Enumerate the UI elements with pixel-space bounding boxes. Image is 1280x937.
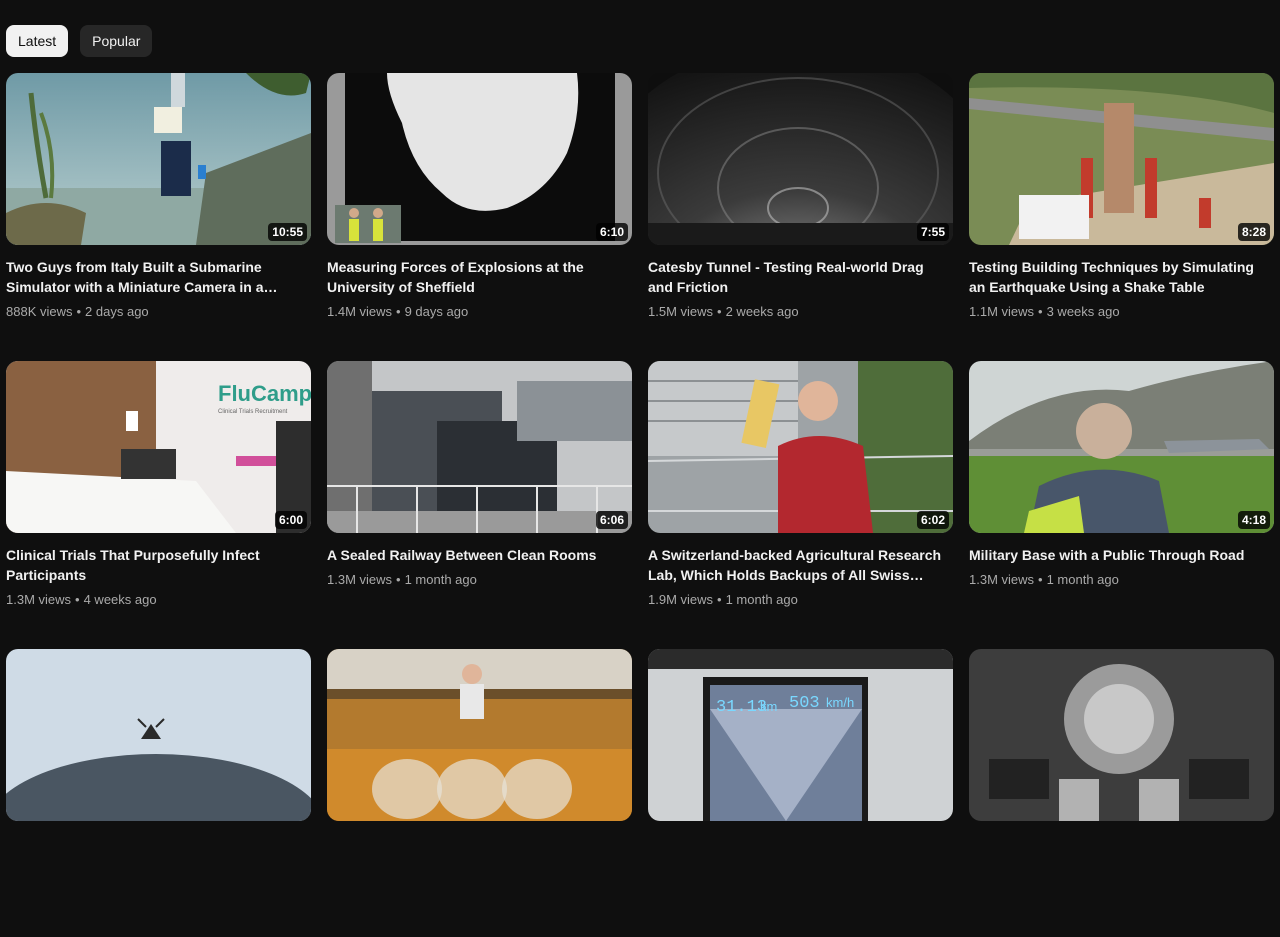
view-count: 1.3M views (327, 572, 393, 587)
separator-dot: • (396, 572, 401, 587)
thumbnail-image (6, 649, 311, 821)
video-meta: 1.3M views • 1 month ago (327, 571, 632, 589)
separator-dot: • (1038, 304, 1043, 319)
video-thumbnail[interactable]: 10:55 (6, 73, 311, 245)
video-card[interactable]: FluCamp Clinical Trials Recruitment 6:00… (6, 361, 311, 649)
upload-age: 1 month ago (1046, 572, 1119, 587)
video-card[interactable]: 6:10 Measuring Forces of Explosions at t… (327, 73, 632, 361)
view-count: 1.3M views (6, 592, 72, 607)
video-card[interactable]: 6:02 A Switzerland-backed Agricultural R… (648, 361, 953, 649)
video-title[interactable]: Testing Building Techniques by Simulatin… (969, 257, 1274, 297)
video-title[interactable]: Military Base with a Public Through Road (969, 545, 1274, 565)
upload-age: 4 weeks ago (83, 592, 157, 607)
video-card[interactable]: 6:06 A Sealed Railway Between Clean Room… (327, 361, 632, 649)
upload-age: 1 month ago (725, 592, 798, 607)
chip-popular[interactable]: Popular (80, 25, 153, 57)
separator-dot: • (76, 304, 82, 319)
view-count: 1.9M views (648, 592, 714, 607)
video-card[interactable]: 4:18 Military Base with a Public Through… (969, 361, 1274, 649)
video-meta: 1.3M views • 4 weeks ago (6, 591, 311, 609)
video-meta: 1.9M views • 1 month ago (648, 591, 953, 609)
video-thumbnail[interactable] (327, 649, 632, 821)
separator-dot: • (1038, 572, 1043, 587)
separator-dot: • (75, 592, 80, 607)
video-card[interactable] (969, 649, 1274, 937)
view-count: 1.5M views (648, 304, 714, 319)
duration-badge: 8:28 (1237, 223, 1270, 241)
speed-distance-unit: km (760, 699, 777, 714)
video-thumbnail[interactable]: 4:18 (969, 361, 1274, 533)
video-title[interactable]: A Switzerland-backed Agricultural Resear… (648, 545, 953, 585)
thumbnail-image (327, 73, 632, 245)
thumbnail-image (327, 649, 632, 821)
duration-badge: 6:02 (916, 511, 949, 529)
filter-chips: Latest Popular (6, 25, 153, 57)
separator-dot: • (717, 592, 722, 607)
speed-value: 503 (789, 694, 820, 713)
video-card[interactable]: 7:55 Catesby Tunnel - Testing Real-world… (648, 73, 953, 361)
video-title[interactable]: Two Guys from Italy Built a Submarine Si… (6, 257, 311, 297)
video-grid: 10:55 Two Guys from Italy Built a Submar… (6, 73, 1274, 937)
video-thumbnail[interactable]: FluCamp Clinical Trials Recruitment 6:00 (6, 361, 311, 533)
video-thumbnail[interactable]: 6:02 (648, 361, 953, 533)
separator-dot: • (396, 304, 401, 319)
duration-badge: 6:06 (595, 511, 628, 529)
duration-badge: 10:55 (268, 223, 307, 241)
thumbnail-image (327, 361, 632, 533)
video-meta: 1.1M views • 3 weeks ago (969, 303, 1274, 321)
duration-badge: 7:55 (916, 223, 949, 241)
video-meta: 1.4M views • 9 days ago (327, 303, 632, 321)
thumbnail-image (969, 361, 1274, 533)
thumbnail-image (6, 73, 311, 245)
chip-latest[interactable]: Latest (6, 25, 69, 57)
video-card[interactable] (6, 649, 311, 937)
video-meta: 1.5M views • 2 weeks ago (648, 303, 953, 321)
upload-age: 2 weeks ago (725, 304, 799, 319)
video-thumbnail[interactable]: 6:06 (327, 361, 632, 533)
view-count: 1.4M views (327, 304, 393, 319)
video-title[interactable]: Clinical Trials That Purposefully Infect… (6, 545, 311, 585)
video-card[interactable]: 8:28 Testing Building Techniques by Simu… (969, 73, 1274, 361)
view-count: 1.3M views (969, 572, 1035, 587)
thumbnail-image: FluCamp Clinical Trials Recruitment (6, 361, 311, 533)
video-card[interactable] (327, 649, 632, 937)
duration-badge: 6:00 (274, 511, 307, 529)
flucamp-logo: FluCamp (218, 381, 311, 406)
video-card[interactable]: 10:55 Two Guys from Italy Built a Submar… (6, 73, 311, 361)
video-thumbnail[interactable]: 6:10 (327, 73, 632, 245)
upload-age: 9 days ago (404, 304, 469, 319)
thumbnail-image: 31.13 km 503 km/h (648, 649, 953, 821)
thumbnail-image (648, 361, 953, 533)
video-card[interactable]: 31.13 km 503 km/h (648, 649, 953, 937)
video-thumbnail[interactable]: 31.13 km 503 km/h (648, 649, 953, 821)
video-thumbnail[interactable] (6, 649, 311, 821)
thumbnail-image (969, 73, 1274, 245)
view-count: 1.1M views (969, 304, 1035, 319)
video-title[interactable]: Catesby Tunnel - Testing Real-world Drag… (648, 257, 953, 297)
video-meta: 1.3M views • 1 month ago (969, 571, 1274, 589)
duration-badge: 6:10 (595, 223, 628, 241)
view-count: 888K views (6, 304, 73, 319)
thumbnail-image (648, 73, 953, 245)
video-meta: 888K views • 2 days ago (6, 303, 311, 321)
video-thumbnail[interactable]: 8:28 (969, 73, 1274, 245)
video-title[interactable]: Measuring Forces of Explosions at the Un… (327, 257, 632, 297)
thumbnail-image (969, 649, 1274, 821)
upload-age: 3 weeks ago (1046, 304, 1120, 319)
video-title[interactable]: A Sealed Railway Between Clean Rooms (327, 545, 632, 565)
speed-unit: km/h (826, 695, 854, 710)
video-thumbnail[interactable]: 7:55 (648, 73, 953, 245)
upload-age: 1 month ago (404, 572, 477, 587)
video-thumbnail[interactable] (969, 649, 1274, 821)
flucamp-tagline: Clinical Trials Recruitment (218, 409, 288, 415)
upload-age: 2 days ago (85, 304, 149, 319)
duration-badge: 4:18 (1237, 511, 1270, 529)
separator-dot: • (717, 304, 722, 319)
